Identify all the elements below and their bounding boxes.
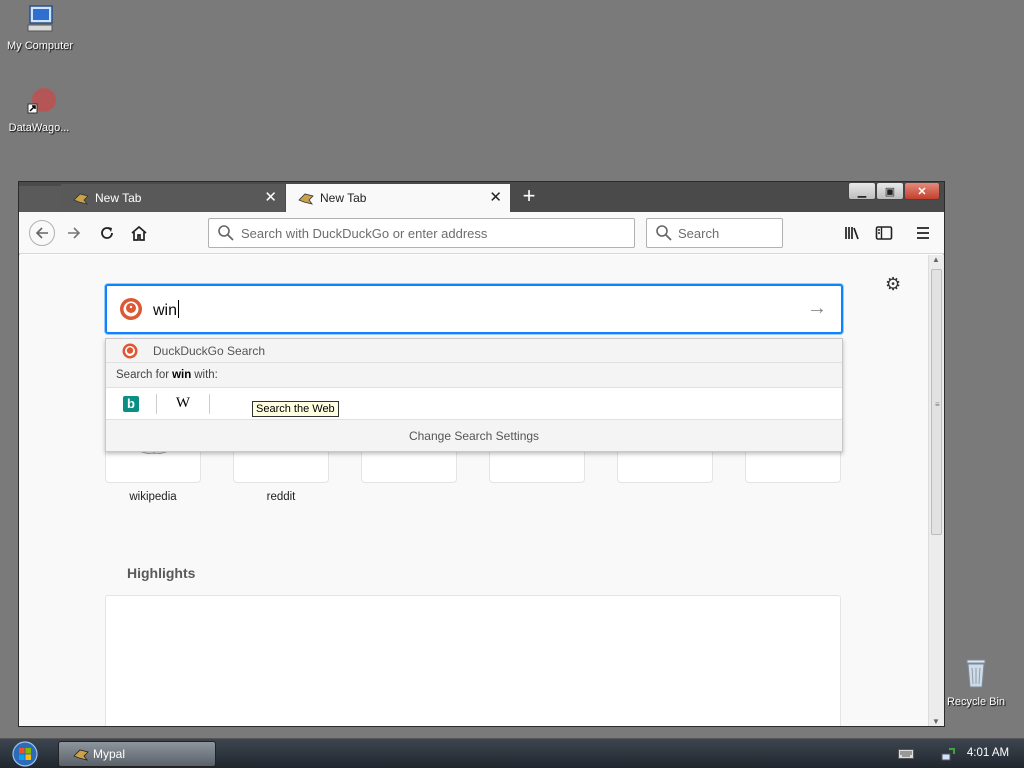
url-bar-placeholder: Search with DuckDuckGo or enter address — [241, 225, 488, 241]
new-tab-page: ⚙ win → Search the Web DuckDuckGo Search… — [19, 255, 928, 726]
forward-button[interactable] — [62, 221, 86, 245]
top-site-label: wikipedia — [129, 491, 177, 503]
desktop-icon-datawagon[interactable]: DataWago... — [0, 86, 78, 134]
bing-icon[interactable]: b — [123, 395, 139, 412]
tab-label: New Tab — [320, 191, 367, 205]
sidebar-icon — [875, 226, 893, 240]
desktop-icon-my-computer[interactable]: My Computer — [1, 4, 79, 52]
search-for-row: Search for win with: — [106, 363, 842, 388]
taskbar-button-label: Mypal — [93, 747, 126, 761]
home-icon — [131, 225, 147, 241]
gear-icon[interactable]: ⚙ — [885, 275, 903, 293]
desktop-icon-recycle-bin[interactable]: Recycle Bin — [937, 656, 1015, 708]
tab-strip-lead — [19, 186, 61, 212]
search-icon — [218, 225, 234, 241]
network-icon[interactable] — [940, 746, 956, 762]
search-icon — [656, 225, 672, 241]
datawagon-shortcut-icon — [27, 88, 56, 114]
taskbar: Mypal 4:01 AM — [0, 738, 1024, 768]
menu-button[interactable] — [911, 221, 935, 245]
sidebar-button[interactable] — [872, 221, 896, 245]
back-button[interactable] — [29, 220, 55, 246]
divider — [156, 393, 157, 414]
keyboard-icon[interactable] — [898, 749, 914, 759]
scroll-up-icon[interactable]: ▲ — [932, 255, 940, 264]
mypal-favicon-icon — [73, 749, 89, 761]
vertical-scrollbar[interactable]: ▲ ≡ ▼ — [928, 255, 944, 726]
tab-strip: New Tab ✕ New Tab ✕ + ▁ ▣ ✕ — [19, 182, 944, 212]
search-bar-placeholder: Search — [678, 225, 720, 241]
clock[interactable]: 4:01 AM — [960, 747, 1016, 759]
tab-close-icon[interactable]: ✕ — [489, 190, 502, 205]
scroll-down-icon[interactable]: ▼ — [932, 717, 940, 726]
mypal-favicon-icon — [73, 193, 89, 205]
tab-new-tab-2[interactable]: New Tab ✕ — [286, 184, 510, 212]
library-button[interactable] — [841, 221, 865, 245]
taskbar-mypal-button[interactable]: Mypal — [58, 741, 216, 767]
tab-new-tab-1[interactable]: New Tab ✕ — [61, 184, 285, 212]
start-button[interactable] — [8, 741, 42, 767]
search-bar[interactable]: Search — [646, 218, 783, 248]
recycle-bin-icon — [966, 659, 986, 688]
divider — [209, 393, 210, 414]
tab-close-icon[interactable]: ✕ — [264, 190, 277, 205]
desktop-icon-label: Recycle Bin — [946, 696, 1006, 708]
url-bar[interactable]: Search with DuckDuckGo or enter address — [208, 218, 635, 248]
hamburger-menu-icon — [917, 227, 929, 239]
search-suggestions-dropdown: DuckDuckGo Search Search for win with: b… — [105, 338, 843, 452]
page-search-input[interactable]: win — [153, 300, 180, 320]
one-off-engines-row: b W — [106, 388, 842, 420]
window-maximize-button[interactable]: ▣ — [876, 182, 904, 200]
change-search-settings-button[interactable]: Change Search Settings — [106, 420, 842, 451]
suggestion-engine-row[interactable]: DuckDuckGo Search — [106, 339, 842, 363]
wikipedia-icon[interactable]: W — [174, 395, 192, 413]
suggestion-engine-label: DuckDuckGo Search — [153, 343, 266, 358]
arrow-right-icon[interactable]: → — [807, 297, 827, 320]
reload-icon — [101, 227, 113, 239]
desktop-icon-label: My Computer — [6, 40, 74, 52]
page-search-box[interactable]: win → — [105, 284, 843, 334]
duckduckgo-icon — [120, 298, 142, 320]
window-minimize-button[interactable]: ▁ — [848, 182, 876, 200]
arrow-left-icon — [35, 227, 48, 239]
computer-icon — [27, 5, 53, 32]
desktop-icon-label: DataWago... — [8, 122, 70, 134]
reload-button[interactable] — [95, 221, 119, 245]
arrow-right-icon — [68, 227, 81, 239]
grip-icon: ≡ — [935, 400, 940, 409]
mypal-favicon-icon — [298, 193, 314, 205]
library-icon — [845, 227, 859, 240]
window-close-button[interactable]: ✕ — [904, 182, 940, 200]
tooltip: Search the Web — [252, 401, 339, 417]
highlights-heading: Highlights — [127, 565, 196, 581]
duckduckgo-icon — [122, 343, 138, 358]
nav-toolbar: Search with DuckDuckGo or enter address … — [19, 212, 944, 254]
browser-window: New Tab ✕ New Tab ✕ + ▁ ▣ ✕ Search with … — [18, 181, 945, 727]
scrollbar-thumb[interactable]: ≡ — [931, 269, 942, 535]
top-site-label: reddit — [266, 491, 296, 503]
tab-label: New Tab — [95, 191, 142, 205]
new-tab-button[interactable]: + — [515, 184, 543, 210]
highlights-panel — [105, 595, 841, 726]
home-button[interactable] — [127, 221, 151, 245]
